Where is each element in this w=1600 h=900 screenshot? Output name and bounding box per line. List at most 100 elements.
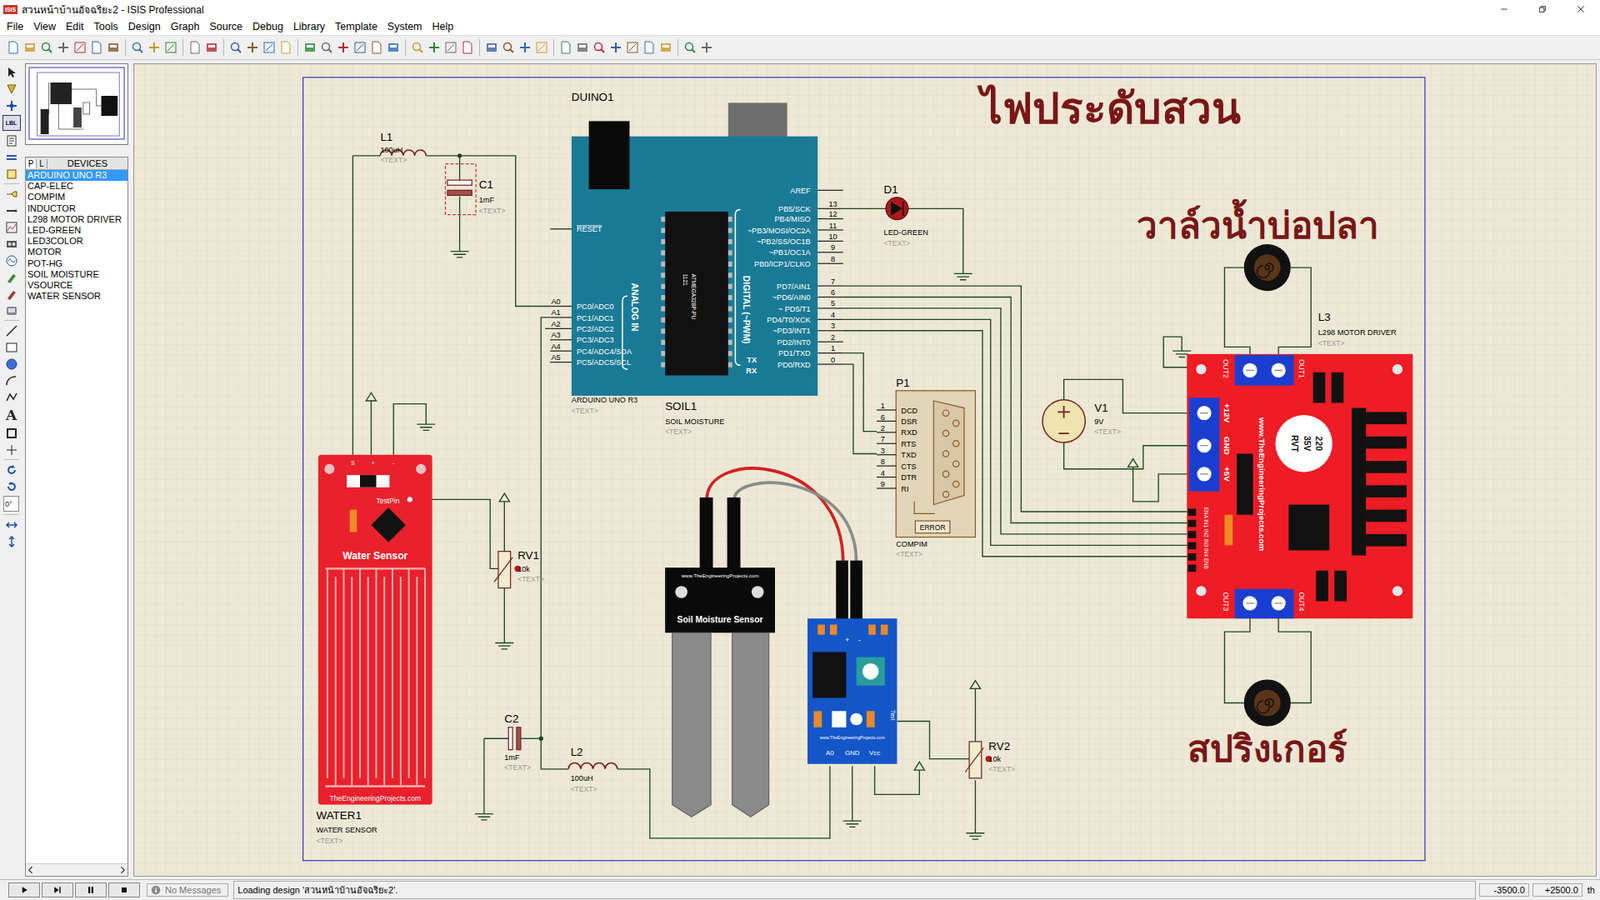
toolbar-button[interactable] [625,40,640,55]
ground-icon[interactable] [475,807,494,820]
toolbar-button[interactable] [187,40,203,55]
ground-icon[interactable] [495,636,514,650]
sheet-titles[interactable]: ไฟประดับสวนวาล์วน้ำบ่อปลาสปริงเกอร์ [976,83,1380,771]
device-item[interactable]: VSOURCE [25,280,128,291]
mode-button[interactable] [4,356,20,371]
toolbar-button[interactable] [517,40,533,55]
toolbar-button[interactable] [146,40,162,55]
text-tool[interactable]: A [4,406,20,424]
ground-icon[interactable] [450,245,470,258]
toolbar-button[interactable] [484,40,500,55]
menu-item[interactable]: Source [204,20,248,34]
window-button[interactable] [1561,0,1600,19]
toolbar-button[interactable] [658,40,674,55]
mode-button[interactable] [4,220,20,235]
power-terminal-icon[interactable] [365,392,376,401]
mode-button[interactable] [4,286,20,301]
toolbar-button[interactable] [319,40,335,55]
mode-button[interactable] [4,517,20,532]
toolbar-button[interactable] [534,40,550,55]
mode-button[interactable] [4,462,20,477]
toolbar-button[interactable] [575,40,590,55]
mode-button[interactable] [4,303,20,318]
menu-item[interactable]: Edit [60,20,90,34]
menu-item[interactable]: View [28,20,61,34]
ground-icon[interactable] [843,815,862,828]
arduino-uno[interactable]: DUINO1ATMEGA328P-PU1121ANALOG INDIGITAL … [550,90,844,415]
label-tool[interactable]: LBL [2,115,21,131]
potentiometer-rv1[interactable]: RV110k<TEXT> [494,549,545,588]
toolbar-button[interactable] [352,40,368,55]
device-item[interactable]: CAP-ELEC [25,180,128,192]
potentiometer-rv2[interactable]: RV210k<TEXT> [965,740,1015,779]
device-item[interactable]: SOIL MOISTURE [25,269,128,280]
toolbar-button[interactable] [228,40,244,55]
power-terminal-icon[interactable] [970,680,980,690]
mode-button[interactable] [4,236,20,251]
menu-item[interactable]: Library [288,20,330,34]
power-terminal-icon[interactable] [1128,459,1139,468]
toolbar-button[interactable] [22,40,38,55]
scroll-right-icon[interactable] [117,865,128,875]
mode-button[interactable] [4,65,20,80]
overview-window[interactable] [25,63,129,145]
capacitor-c2[interactable]: C21mF<TEXT> [504,712,531,772]
scroll-left-icon[interactable] [25,865,36,875]
toolbar-button[interactable] [460,40,475,55]
menu-item[interactable]: System [382,20,428,34]
voltage-source-v1[interactable]: V19V<TEXT> [1042,400,1121,443]
rotation-field[interactable]: 0° [3,495,20,512]
power-terminal-icon[interactable] [499,493,510,502]
mode-button[interactable] [4,479,20,494]
toolbar-button[interactable] [55,40,71,55]
inductor-l1[interactable]: L1100uH<TEXT> [380,130,426,165]
mode-button[interactable] [4,270,20,285]
toolbar-button[interactable] [5,40,21,55]
l298-motor-driver[interactable]: OUT2OUT1OUT3OUT4+12VGND+5Vwww.TheEnginee… [1186,310,1413,620]
soil-moisture-sensor[interactable]: SOIL1SOIL MOISTURE<TEXT>www.TheEngineeri… [665,400,897,817]
toolbar-button[interactable] [261,40,277,55]
toolbar-button[interactable] [369,40,385,55]
ground-icon[interactable] [965,826,985,840]
message-indicator[interactable]: No Messages [146,883,229,897]
device-item[interactable]: LED3COLOR [25,235,128,247]
horizontal-scrollbar[interactable] [25,863,128,876]
mode-button[interactable] [4,323,20,338]
library-tab[interactable]: L [36,159,48,169]
toolbar-button[interactable] [410,40,425,55]
water-sensor[interactable]: S+-TestPinWater SensorTheEngineeringProj… [315,455,432,845]
device-item[interactable]: POT-HG [25,258,128,270]
toolbar-button[interactable] [426,40,442,55]
menu-item[interactable]: Debug [247,20,289,34]
mode-button[interactable] [4,186,20,201]
window-button[interactable] [1485,0,1524,19]
led-d1[interactable]: D1LED-GREEN<TEXT> [884,183,929,248]
toolbar-button[interactable] [335,40,351,55]
toolbar-button[interactable] [385,40,401,55]
mode-button[interactable] [4,133,20,148]
toolbar-button[interactable] [89,40,105,55]
power-terminal-icon[interactable] [914,761,925,770]
device-item[interactable]: INDUCTOR [25,203,128,215]
toolbar-button[interactable] [682,40,698,55]
ground-icon[interactable] [416,418,435,431]
toolbar-button[interactable] [204,40,220,55]
schematic-sheet[interactable]: ไฟประดับสวนวาล์วน้ำบ่อปลาสปริงเกอร์ L1100… [134,64,1596,876]
simulation-button[interactable] [41,882,74,898]
mode-button[interactable] [4,534,20,549]
toolbar-button[interactable] [558,40,574,55]
toolbar-button[interactable] [278,40,294,55]
compim-p1[interactable]: 1DCD6DSR2RXD7RTS3TXD8CTS4DTR9RIERRORP1CO… [876,376,975,559]
menu-item[interactable]: Tools [89,20,124,34]
toolbar-button[interactable] [163,40,179,55]
mode-button[interactable] [4,203,20,218]
menu-item[interactable]: Graph [165,20,205,34]
device-item[interactable]: LED-GREEN [25,225,128,236]
mode-button[interactable] [4,166,20,181]
window-button[interactable] [1523,0,1562,19]
simulation-button[interactable] [108,882,140,898]
toolbar-button[interactable] [105,40,121,55]
menu-item[interactable]: Template [330,20,383,34]
toolbar-button[interactable] [699,40,715,55]
simulation-button[interactable] [8,882,40,898]
